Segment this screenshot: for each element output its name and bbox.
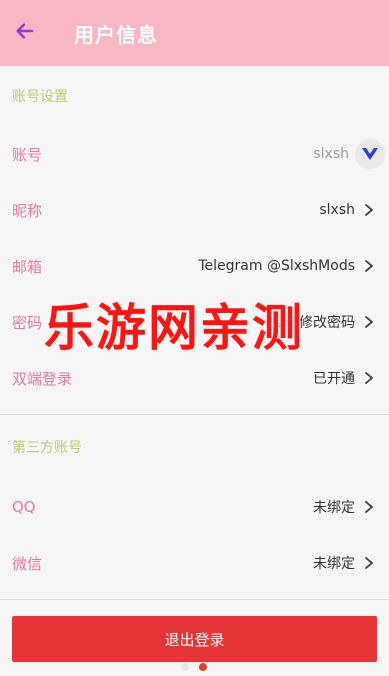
row-label: 邮箱 bbox=[12, 257, 43, 276]
row-value: 未绑定 bbox=[313, 500, 355, 516]
row-label: 双端登录 bbox=[12, 369, 73, 388]
v-logo-icon[interactable] bbox=[355, 139, 385, 169]
row-label: 账号 bbox=[12, 145, 43, 164]
page-dot-active bbox=[199, 663, 207, 671]
row-value: Telegram @SlxshMods bbox=[198, 258, 355, 274]
section-header-third-party: 第三方账号 bbox=[12, 440, 82, 456]
row-value: slxsh bbox=[313, 146, 349, 162]
logout-button[interactable]: 退出登录 bbox=[12, 616, 377, 662]
row-label: 微信 bbox=[12, 554, 43, 573]
row-label: QQ bbox=[12, 498, 36, 516]
page-dot-inactive bbox=[181, 663, 189, 671]
chevron-right-icon bbox=[361, 202, 377, 218]
settings-list: 账号设置 账号 slxsh 昵称 slxsh 邮箱 Telegram @Slxs… bbox=[0, 66, 389, 676]
chevron-right-icon bbox=[361, 370, 377, 386]
row-email[interactable]: 邮箱 Telegram @SlxshMods bbox=[0, 238, 389, 294]
chevron-right-icon bbox=[361, 499, 377, 515]
page-title: 用户信息 bbox=[74, 22, 158, 47]
chevron-right-icon bbox=[361, 258, 377, 274]
row-value: 未绑定 bbox=[313, 556, 355, 572]
row-value: slxsh bbox=[319, 202, 355, 218]
row-value: 已开通 bbox=[313, 371, 355, 387]
chevron-right-icon bbox=[361, 555, 377, 571]
arrow-left-icon bbox=[14, 20, 36, 46]
row-label: 密码 bbox=[12, 313, 43, 332]
row-account-id[interactable]: 账号 slxsh bbox=[0, 126, 389, 182]
page-indicator bbox=[181, 663, 207, 671]
row-qq[interactable]: QQ 未绑定 bbox=[0, 479, 389, 535]
section-header-account: 账号设置 bbox=[12, 89, 68, 105]
back-button[interactable] bbox=[0, 0, 50, 66]
app-bar: 用户信息 bbox=[0, 0, 389, 66]
row-label: 昵称 bbox=[12, 201, 43, 220]
watermark-text: 乐游网亲测 bbox=[43, 298, 304, 358]
divider bbox=[0, 599, 389, 600]
row-nickname[interactable]: 昵称 slxsh bbox=[0, 182, 389, 238]
row-wechat[interactable]: 微信 未绑定 bbox=[0, 535, 389, 591]
